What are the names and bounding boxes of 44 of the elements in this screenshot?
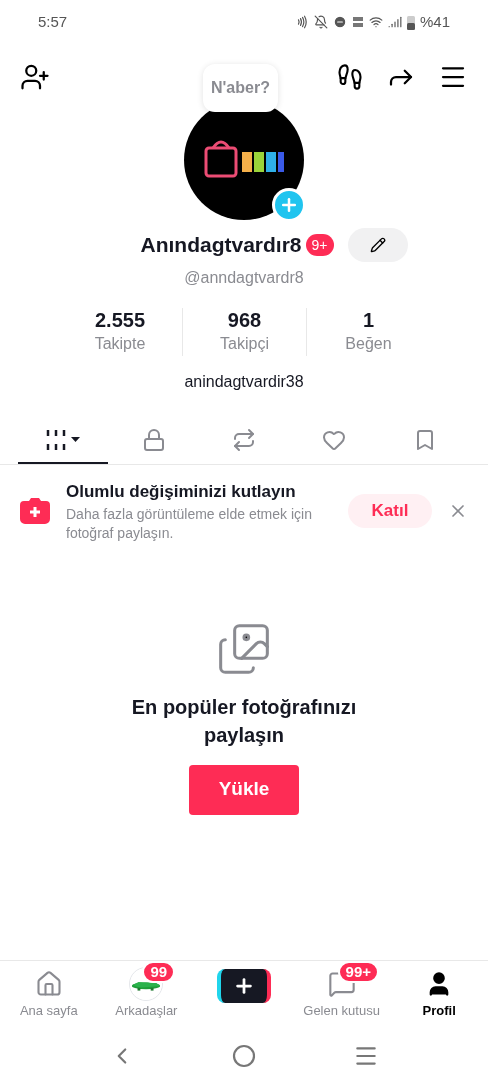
home-button[interactable] xyxy=(232,1044,256,1068)
heart-icon xyxy=(322,428,347,452)
plus-icon xyxy=(233,975,255,997)
nav-tab[interactable]: Profil xyxy=(390,967,488,1032)
battery-percent: %41 xyxy=(419,11,450,32)
plus-icon xyxy=(279,195,299,215)
footprints-button[interactable] xyxy=(336,63,364,91)
battery-icon xyxy=(406,14,415,30)
bio: anindagtvardir38 xyxy=(183,372,305,392)
edit-button[interactable] xyxy=(347,228,408,262)
banner-text: Daha fazla görüntüleme elde etmek için fotoğraf paylaşın. xyxy=(66,504,313,543)
join-button[interactable]: Katıl xyxy=(348,493,432,528)
username: @anndagtvardr8 xyxy=(183,268,305,288)
stat-label: Takipçi xyxy=(220,334,269,354)
nav-tab[interactable]: Ana sayfa xyxy=(0,967,98,1032)
wifi-icon xyxy=(368,15,383,29)
stat-value: 968 xyxy=(227,308,262,332)
speech-bubble[interactable]: N'aber? xyxy=(203,64,278,112)
stat-value: 2.555 xyxy=(94,308,146,332)
notification-badge: 9+ xyxy=(305,234,334,256)
grid-menu-icon xyxy=(45,429,82,451)
lock-icon xyxy=(141,428,166,452)
stat-value: 1 xyxy=(362,308,375,332)
count-badge: 99 xyxy=(142,961,176,983)
repost-icon xyxy=(232,428,256,452)
home-circle-icon xyxy=(232,1044,256,1068)
footprints-icon xyxy=(336,63,364,91)
empty-title: En popüler fotoğrafınızı paylaşın xyxy=(130,694,358,748)
add-friend-button[interactable] xyxy=(20,62,50,92)
status-time: 5:57 xyxy=(38,11,68,32)
signal-icon xyxy=(387,15,402,29)
profile-name: Anındagtvardır8 xyxy=(140,232,302,259)
pencil-icon xyxy=(369,237,386,253)
stat-label: Takipte xyxy=(94,334,146,354)
muted-bell-icon xyxy=(313,15,328,29)
create-button[interactable] xyxy=(217,969,271,1003)
count-badge: 99+ xyxy=(337,961,380,983)
banner-title: Olumlu değişiminizi kutlayın xyxy=(66,481,297,503)
home-icon xyxy=(34,970,63,998)
camera-plus-icon xyxy=(20,497,50,524)
stat-label: Beğen xyxy=(345,334,392,354)
upload-button[interactable]: Yükle xyxy=(189,764,299,815)
add-user-icon xyxy=(20,62,50,92)
do-not-disturb-icon xyxy=(332,15,347,29)
